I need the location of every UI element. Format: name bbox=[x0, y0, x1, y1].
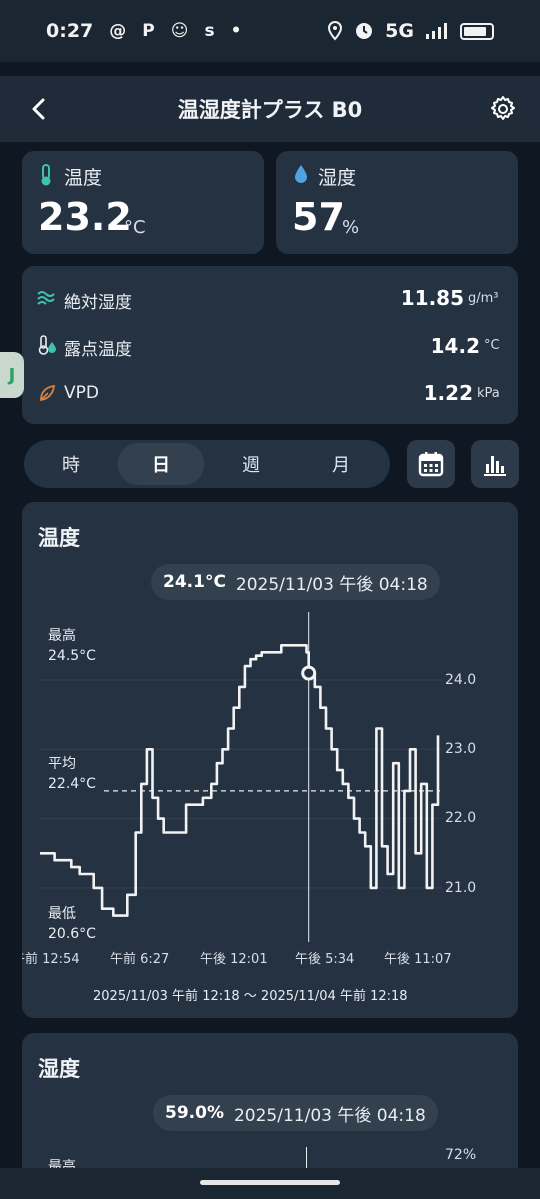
bunny-icon: ☺ bbox=[170, 21, 189, 41]
water-drop-icon bbox=[295, 165, 307, 183]
home-handle[interactable] bbox=[200, 1180, 340, 1185]
leaf-icon bbox=[40, 384, 56, 402]
s-icon: s bbox=[204, 21, 215, 41]
max-label: 最高 bbox=[48, 628, 76, 644]
network-label: 5G bbox=[385, 20, 414, 42]
x-tick: 午後 11:07 bbox=[384, 952, 452, 967]
dew-point-unit: °C bbox=[484, 338, 500, 353]
battery-icon bbox=[460, 22, 494, 40]
humidity-y-tick: 72% bbox=[445, 1147, 477, 1163]
bar-chart-icon bbox=[484, 456, 506, 476]
app-bar: 温湿度計プラス B0 bbox=[0, 76, 540, 142]
min-value: 20.6°C bbox=[48, 926, 96, 942]
min-label: 最低 bbox=[48, 906, 76, 922]
tab-day[interactable]: 日 bbox=[118, 443, 204, 485]
x-tick: 午前 6:27 bbox=[110, 952, 170, 967]
x-tick: 午前 12:54 bbox=[22, 952, 80, 967]
tab-month[interactable]: 月 bbox=[298, 443, 384, 485]
humidity-tooltip-value: 59.0% bbox=[165, 1103, 224, 1123]
tab-week[interactable]: 週 bbox=[208, 443, 294, 485]
status-bar: 0:27 @ P ☺ s • 5G bbox=[0, 0, 540, 62]
humidity-label: 湿度 bbox=[318, 167, 357, 189]
signal-icon bbox=[426, 23, 447, 39]
y-tick: 23.0 bbox=[445, 741, 477, 757]
threads-icon: @ bbox=[109, 21, 127, 41]
x-tick: 午後 5:34 bbox=[295, 952, 355, 967]
max-value: 24.5°C bbox=[48, 648, 96, 664]
page-title: 温湿度計プラス B0 bbox=[177, 98, 363, 122]
temperature-card[interactable]: 温度 23.2 °C bbox=[22, 151, 264, 254]
absolute-humidity-label: 絶対湿度 bbox=[64, 293, 132, 313]
chart-date-range: 2025/11/03 午前 12:18 ～ 2025/11/04 午前 12:1… bbox=[93, 989, 408, 1004]
gear-icon bbox=[491, 96, 515, 120]
tab-hour[interactable]: 時 bbox=[28, 443, 114, 485]
alarm-icon bbox=[356, 23, 373, 39]
period-selector: 時 日 週 月 bbox=[24, 440, 390, 488]
humidity-tooltip-pill: 59.0% 2025/11/03 午後 04:18 bbox=[153, 1095, 438, 1131]
chevron-left-icon bbox=[32, 98, 45, 120]
absolute-humidity-icon bbox=[37, 291, 55, 305]
humidity-tooltip-time: 2025/11/03 午後 04:18 bbox=[233, 1105, 426, 1126]
metrics-card: 絶対湿度 11.85 g/m³ 露点温度 14.2 °C VPD 1.22 kP… bbox=[22, 266, 518, 424]
absolute-humidity-value: 11.85 bbox=[400, 286, 464, 310]
thermometer-icon bbox=[41, 164, 51, 186]
back-button[interactable] bbox=[20, 90, 58, 128]
navigation-bar bbox=[0, 1168, 540, 1199]
humidity-value: 57 bbox=[292, 195, 345, 239]
humidity-unit: % bbox=[342, 217, 360, 238]
temperature-unit: °C bbox=[124, 217, 146, 238]
settings-button[interactable] bbox=[484, 90, 522, 128]
absolute-humidity-unit: g/m³ bbox=[468, 291, 499, 306]
min-annotation: 最低 20.6°C bbox=[48, 904, 96, 944]
calendar-icon bbox=[418, 452, 444, 477]
dot-icon: • bbox=[230, 21, 242, 41]
dew-point-icon bbox=[38, 335, 56, 355]
temperature-chart-card: 温度 24.1°C 2025/11/03 午後 04:18 最高 24.5°C … bbox=[22, 502, 518, 1018]
temperature-series-line bbox=[40, 644, 440, 917]
vpd-label: VPD bbox=[64, 383, 99, 403]
highlight-marker bbox=[301, 665, 317, 681]
dew-point-value: 14.2 bbox=[430, 334, 480, 358]
avg-value: 22.4°C bbox=[48, 776, 96, 792]
avg-label: 平均 bbox=[48, 756, 76, 772]
temperature-value: 23.2 bbox=[38, 195, 132, 239]
max-annotation: 最高 24.5°C bbox=[48, 626, 96, 666]
status-time: 0:27 bbox=[46, 20, 94, 42]
temperature-line-chart[interactable] bbox=[22, 502, 518, 1018]
temperature-label: 温度 bbox=[64, 167, 103, 189]
y-tick: 21.0 bbox=[445, 880, 477, 896]
y-tick: 22.0 bbox=[445, 810, 477, 826]
p-icon: P bbox=[142, 21, 155, 41]
y-tick: 24.0 bbox=[445, 672, 477, 688]
humidity-card[interactable]: 湿度 57 % bbox=[276, 151, 518, 254]
calendar-button[interactable] bbox=[407, 440, 455, 488]
stats-button[interactable] bbox=[471, 440, 519, 488]
vpd-unit: kPa bbox=[477, 386, 500, 401]
vpd-value: 1.22 bbox=[423, 381, 473, 405]
dew-point-label: 露点温度 bbox=[64, 340, 132, 360]
x-tick: 午後 12:01 bbox=[200, 952, 268, 967]
location-icon bbox=[328, 21, 343, 41]
floating-app-tab[interactable]: J bbox=[0, 352, 24, 398]
avg-annotation: 平均 22.4°C bbox=[48, 754, 96, 794]
humidity-chart-title: 湿度 bbox=[38, 1057, 80, 1081]
x-axis-labels: 午前 12:54 午前 6:27 午後 12:01 午後 5:34 午後 11:… bbox=[22, 948, 518, 968]
